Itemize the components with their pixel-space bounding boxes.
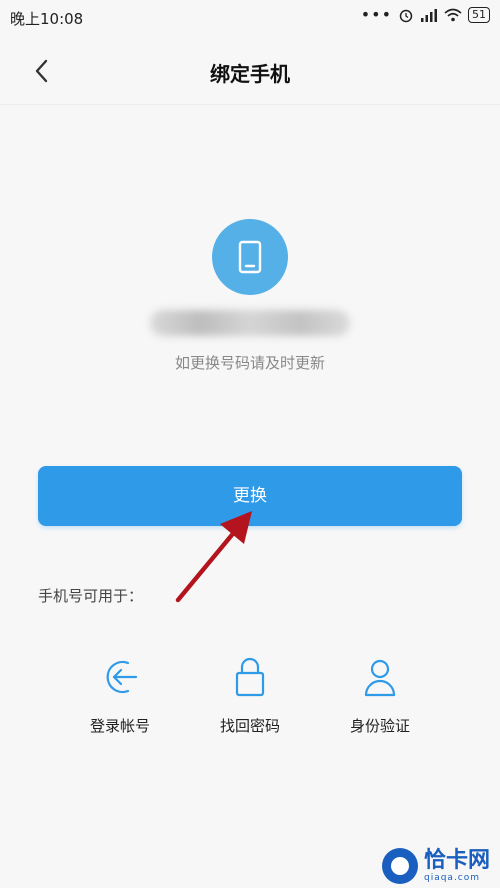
option-identity-verify[interactable]: 身份验证 bbox=[310, 655, 450, 736]
phone-icon bbox=[238, 240, 262, 274]
update-hint: 如更换号码请及时更新 bbox=[174, 354, 325, 372]
wifi-icon bbox=[444, 8, 462, 22]
status-time: 晚上10:08 bbox=[10, 10, 84, 28]
user-icon bbox=[364, 659, 396, 697]
watermark-sub: qiaqa.com bbox=[423, 873, 481, 883]
phone-number-blurred bbox=[150, 310, 350, 336]
option-label: 身份验证 bbox=[349, 717, 410, 735]
usage-label: 手机号可用于： bbox=[38, 587, 144, 605]
change-button[interactable]: 更换 bbox=[38, 466, 462, 526]
page-title: 绑定手机 bbox=[210, 62, 290, 86]
status-icons: ••• 51 bbox=[361, 7, 490, 23]
option-login[interactable]: 登录帐号 bbox=[50, 655, 190, 736]
login-arrow-icon bbox=[106, 660, 138, 694]
watermark-text: 恰卡网 bbox=[423, 848, 490, 873]
phone-icon-circle bbox=[212, 219, 288, 295]
lock-icon bbox=[235, 657, 265, 697]
watermark-logo-icon bbox=[381, 848, 418, 884]
annotation-arrow bbox=[175, 511, 252, 603]
watermark: 恰卡网 qiaqa.com bbox=[381, 848, 490, 884]
alarm-icon bbox=[399, 9, 413, 23]
option-recover-password[interactable]: 找回密码 bbox=[180, 655, 320, 736]
status-bar: 晚上10:08 ••• 51 bbox=[0, 0, 500, 36]
option-label: 登录帐号 bbox=[89, 717, 150, 735]
battery-icon: 51 bbox=[468, 7, 490, 23]
option-label: 找回密码 bbox=[219, 717, 280, 735]
header: 绑定手机 bbox=[0, 40, 500, 105]
more-dots-icon: ••• bbox=[360, 5, 392, 24]
signal-icon bbox=[421, 9, 437, 22]
